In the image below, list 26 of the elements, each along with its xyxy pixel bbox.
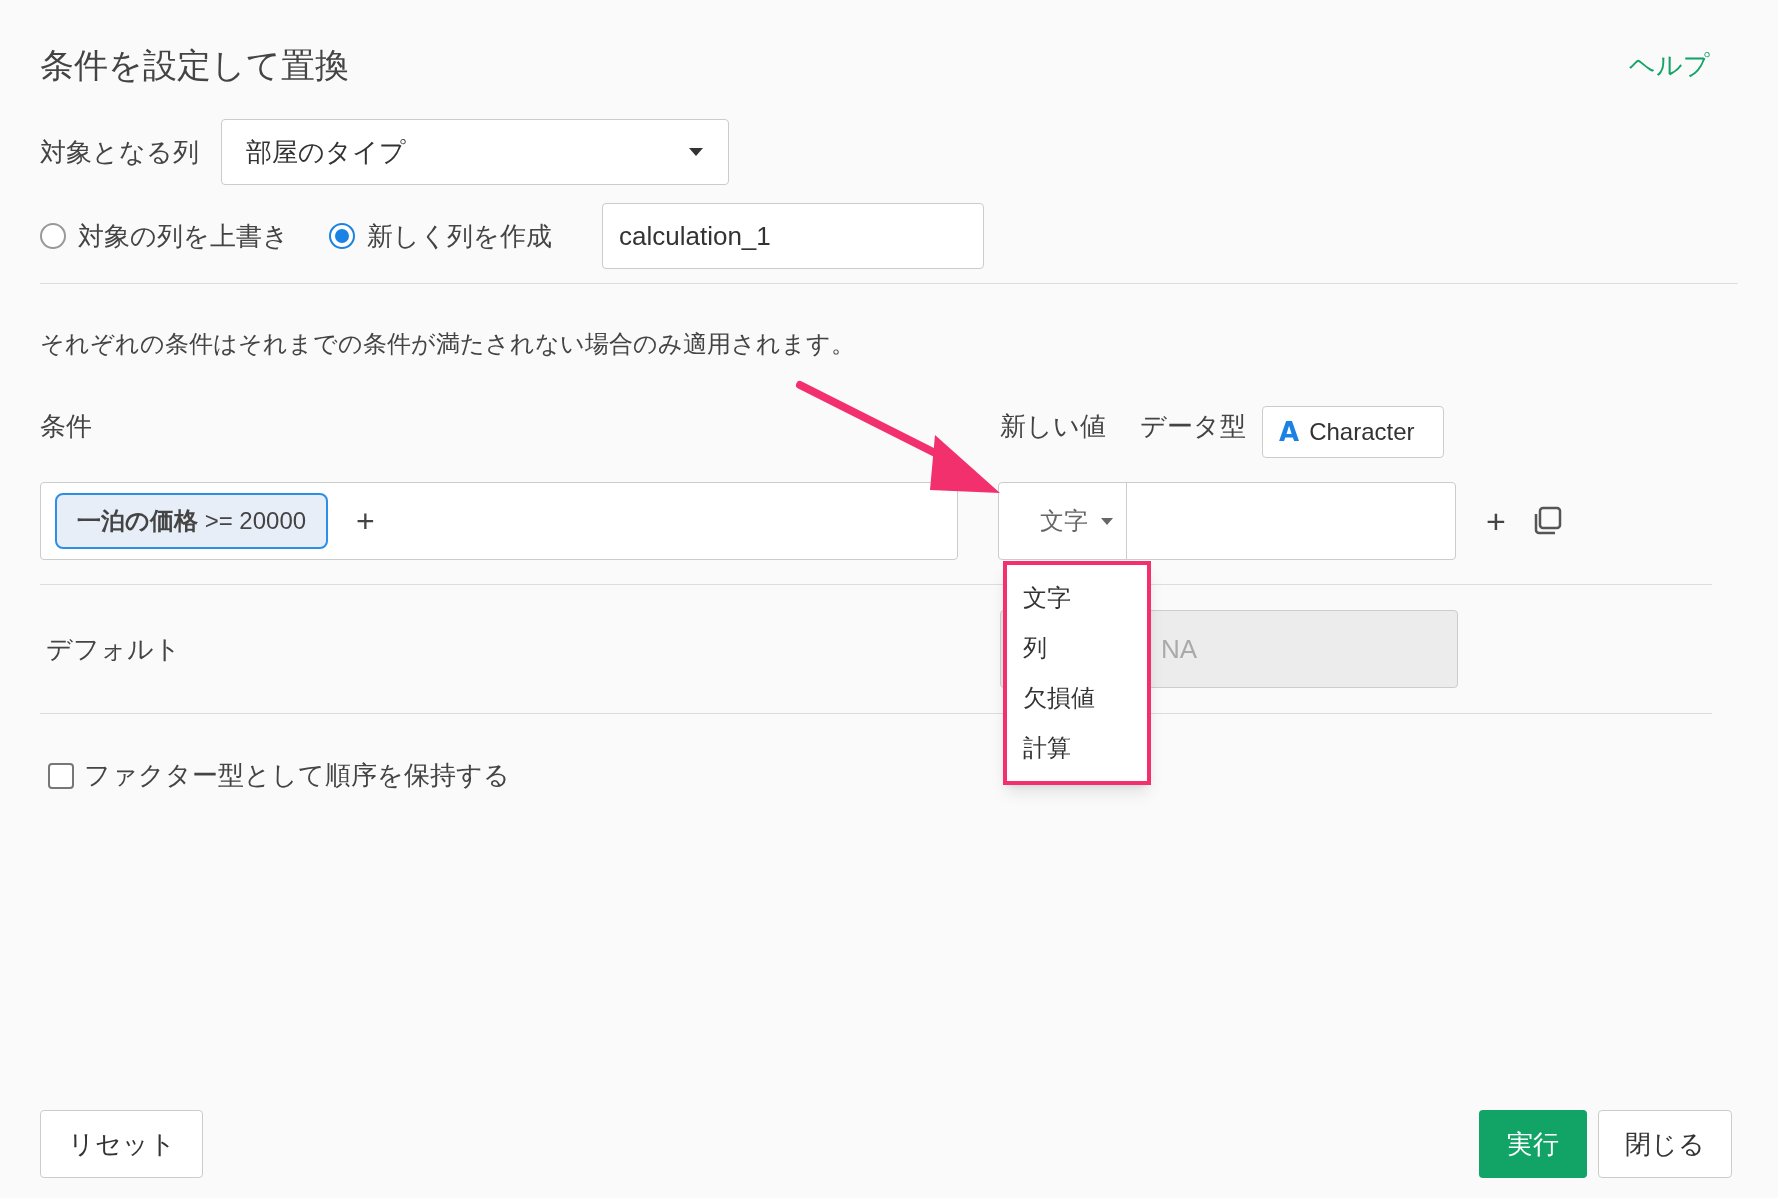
reset-button[interactable]: リセット [40,1110,203,1178]
note-text: それぞれの条件はそれまでの条件が満たされない場合のみ適用されます。 [40,329,856,359]
radio-label: 対象の列を上書き [78,219,289,253]
new-value-label: 新しい値 [1000,410,1106,443]
default-label: デフォルト [45,632,182,666]
column-select[interactable]: 部屋のタイプ [221,119,729,185]
data-type-button[interactable]: A Character [1262,406,1444,458]
column-name-field[interactable]: calculation_1 [602,203,984,269]
dropdown-option[interactable]: 列 [1023,627,1131,669]
close-button[interactable]: 閉じる [1598,1110,1732,1178]
caret-icon [688,147,704,157]
checkbox[interactable] [48,762,74,789]
condition-chip[interactable]: 一泊の価格 >= 20000 [55,493,329,549]
condition-box[interactable]: 一泊の価格 >= 20000 + [40,482,958,560]
conditions-label: 条件 [40,410,93,443]
radio-button[interactable] [329,223,355,249]
radio-label: 新しく列を作成 [367,219,552,253]
checkbox-label: ファクター型として順序を保持する [84,759,510,792]
character-type-icon: A [1279,412,1300,452]
data-type-label: データ型 [1140,410,1246,443]
field-label: 対象となる列 [40,135,199,169]
dialog-title: 条件を設定して置換 [40,45,349,86]
add-row-button[interactable]: + [1486,504,1506,538]
dropdown-option[interactable]: 計算 [1023,727,1131,769]
add-condition-button[interactable]: + [356,497,375,545]
radio-button[interactable] [40,223,66,249]
